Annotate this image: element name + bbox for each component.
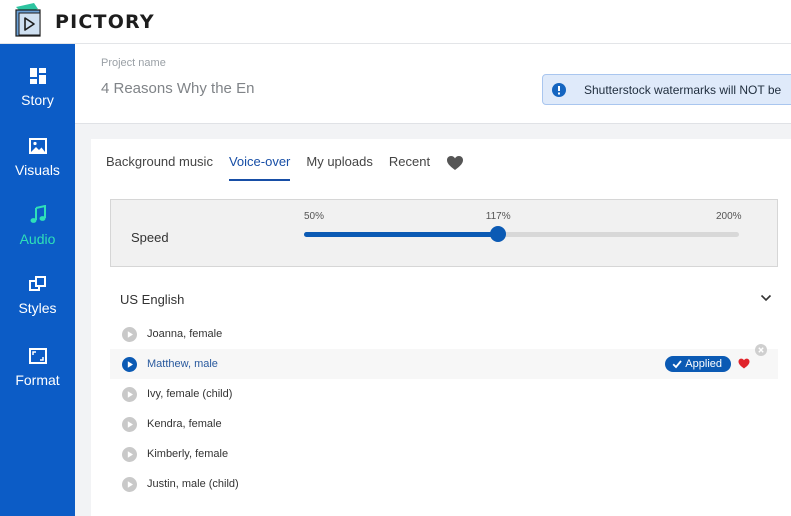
audio-tabs: Background music Voice-over My uploads R… (106, 153, 464, 181)
speed-control: Speed 50% 117% 200% (110, 199, 778, 267)
chevron-down-icon (760, 294, 772, 302)
project-name-field[interactable]: 4 Reasons Why the En (101, 80, 254, 97)
logo-text: PICTORY (55, 11, 155, 33)
sidebar-item-label: Styles (18, 300, 57, 316)
info-icon (552, 82, 566, 97)
project-name-label: Project name (101, 57, 166, 69)
sidebar-item-label: Format (15, 372, 60, 388)
voice-name: Kimberly, female (147, 448, 229, 460)
speed-slider-track[interactable] (304, 226, 739, 242)
top-bar: PICTORY (0, 0, 791, 44)
image-icon (28, 138, 47, 154)
voice-list: Joanna, female Matthew, male Applied Ivy… (110, 319, 778, 499)
speed-min-label: 50% (304, 211, 325, 222)
speed-value-label: 117% (485, 211, 511, 222)
notice-text: Shutterstock watermarks will NOT be (584, 82, 782, 97)
favorite-heart-icon[interactable] (738, 358, 750, 369)
applied-badge: Applied (665, 356, 731, 372)
play-icon[interactable] (122, 416, 137, 432)
voice-name: Justin, male (child) (147, 478, 239, 490)
sidebar-item-label: Story (21, 92, 54, 108)
audio-panel: Background music Voice-over My uploads R… (91, 139, 791, 516)
tab-my-uploads[interactable]: My uploads (306, 153, 372, 181)
language-dropdown[interactable]: US English (110, 284, 778, 314)
language-label: US English (120, 292, 185, 307)
sidebar-item-label: Visuals (15, 162, 60, 178)
voice-item-ivy[interactable]: Ivy, female (child) (110, 379, 778, 409)
format-icon (28, 348, 47, 364)
voice-item-justin[interactable]: Justin, male (child) (110, 469, 778, 499)
check-icon (672, 360, 682, 369)
speed-max-label: 200% (716, 211, 742, 222)
watermark-notice: Shutterstock watermarks will NOT be (542, 74, 791, 105)
logo[interactable]: PICTORY (14, 0, 155, 44)
speed-slider-thumb[interactable] (490, 226, 507, 242)
favorites-heart-icon[interactable] (446, 155, 464, 171)
voice-item-matthew[interactable]: Matthew, male Applied (110, 344, 778, 379)
music-note-icon (30, 205, 46, 223)
applied-label: Applied (685, 358, 722, 370)
voice-item-kendra[interactable]: Kendra, female (110, 409, 778, 439)
voice-name: Matthew, male (147, 358, 218, 370)
story-grid-icon (29, 68, 46, 84)
play-icon[interactable] (122, 476, 137, 492)
voice-item-joanna[interactable]: Joanna, female (110, 319, 778, 349)
play-icon[interactable] (122, 356, 137, 372)
sidebar-item-format[interactable]: Format (0, 346, 75, 408)
project-header: Project name 4 Reasons Why the En Shutte… (75, 44, 791, 124)
play-icon[interactable] (122, 326, 137, 342)
speed-label: Speed (131, 230, 169, 245)
tab-background-music[interactable]: Background music (106, 153, 213, 181)
pictory-logo-icon (15, 3, 41, 37)
styles-icon (28, 276, 46, 291)
close-icon[interactable] (755, 344, 767, 356)
sidebar: Story Visuals Audio Styles Format (0, 44, 75, 516)
sidebar-item-label: Audio (19, 231, 56, 247)
sidebar-item-story[interactable]: Story (0, 66, 75, 128)
sidebar-item-visuals[interactable]: Visuals (0, 136, 75, 198)
voice-item-kimberly[interactable]: Kimberly, female (110, 439, 778, 469)
tab-voice-over[interactable]: Voice-over (228, 153, 291, 181)
sidebar-item-audio[interactable]: Audio (0, 205, 75, 267)
voice-name: Ivy, female (child) (147, 388, 233, 400)
voice-name: Kendra, female (147, 418, 222, 430)
speed-slider-fill (304, 232, 499, 237)
sidebar-item-styles[interactable]: Styles (0, 274, 75, 336)
tab-recent[interactable]: Recent (389, 153, 430, 181)
play-icon[interactable] (122, 446, 137, 462)
voice-name: Joanna, female (147, 328, 223, 340)
play-icon[interactable] (122, 386, 137, 402)
